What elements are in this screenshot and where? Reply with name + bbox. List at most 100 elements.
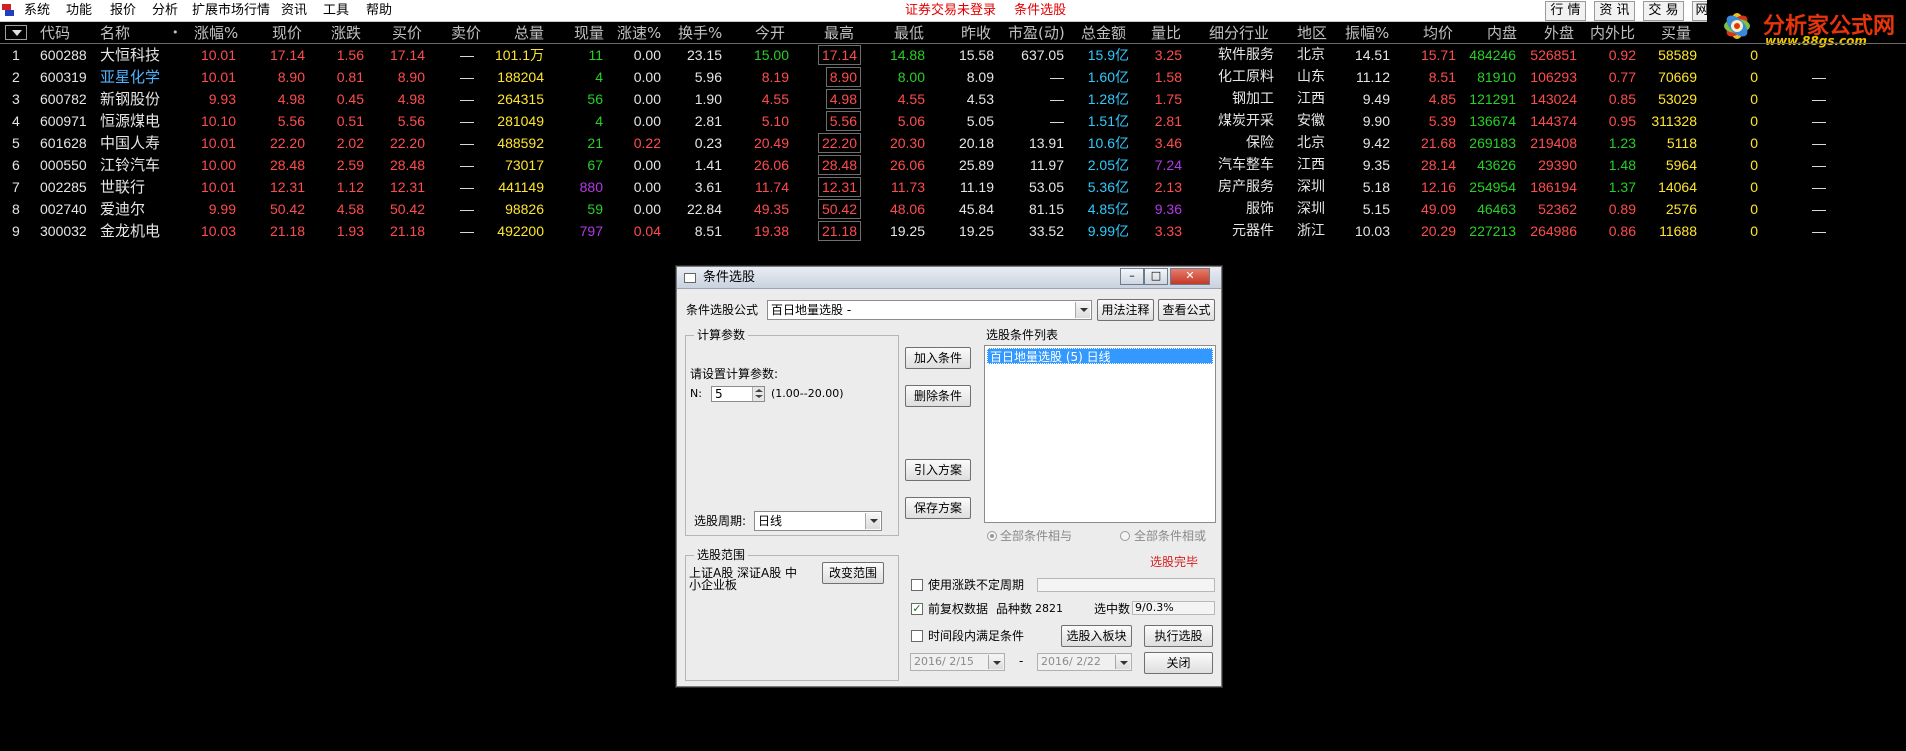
radio-or-label[interactable]: 全部条件相或 [1134,528,1206,544]
execute-button[interactable]: 执行选股 [1144,625,1213,647]
col-pe[interactable]: 市盈(动) [1008,22,1065,44]
pre-adjust-label[interactable]: 前复权数据 [928,601,988,617]
period-select[interactable]: 日线 [754,511,882,531]
date-to-picker[interactable]: 2016/ 2/22 [1037,653,1132,671]
col-name[interactable]: 名称 [100,22,130,44]
trade-mode-button[interactable]: 交 易 [1643,1,1684,21]
stock-name: 中国人寿 [100,134,161,152]
col-low[interactable]: 最低 [894,22,924,44]
current-volume: 4 [595,69,603,85]
ask-price: — [460,113,474,129]
menu-help[interactable]: 帮助 [366,2,392,20]
bid-price: 5.56 [397,113,425,129]
region: 深圳 [1297,179,1325,195]
col-ask[interactable]: 卖价 [451,22,481,44]
radio-and-label[interactable]: 全部条件相与 [1000,528,1072,544]
params-group-label: 计算参数 [694,328,749,342]
col-speed[interactable]: 涨速% [617,22,661,44]
table-row[interactable]: 3 600782 新钢股份 9.93 4.98 0.45 4.98 — 264315 56 0.00… [0,88,1906,110]
chevron-down-icon [1075,302,1090,318]
col-volume[interactable]: 总量 [514,22,544,44]
info-mode-button[interactable]: 资 讯 [1594,1,1635,21]
col-bid[interactable]: 买价 [392,22,422,44]
sort-dropdown-button[interactable] [5,25,27,40]
industry: 服饰 [1246,201,1274,217]
import-plan-button[interactable]: 引入方案 [905,459,971,481]
volume-ratio: 3.33 [1154,223,1182,239]
table-row[interactable]: 7 002285 世联行 10.01 12.31 1.12 12.31 — 441149 880 0… [0,176,1906,198]
table-row[interactable]: 9 300032 金龙机电 10.03 21.18 1.93 21.18 — 492200 797… [0,220,1906,242]
col-amplitude[interactable]: 振幅% [1345,22,1389,44]
formula-select[interactable]: 百日地量选股 - [767,300,1092,320]
col-industry[interactable]: 细分行业 [1209,22,1269,44]
col-outer[interactable]: 外盘 [1544,22,1574,44]
col-amount[interactable]: 总金额 [1081,22,1126,44]
uncertain-period-checkbox[interactable] [911,579,923,591]
col-change[interactable]: 涨跌 [331,22,361,44]
to-block-button[interactable]: 选股入板块 [1061,625,1132,647]
close-button[interactable]: 关闭 [1144,652,1213,674]
close-window-button[interactable]: ✕ [1170,268,1210,285]
col-open[interactable]: 今开 [755,22,785,44]
menu-system[interactable]: 系统 [24,2,50,20]
menu-extended-market[interactable]: 扩展市场行情 [192,2,270,20]
col-inout-ratio[interactable]: 内外比 [1590,22,1635,44]
col-volume-ratio[interactable]: 量比 [1151,22,1181,44]
inner-volume: 254954 [1469,179,1516,195]
menu-analysis[interactable]: 分析 [152,2,178,20]
menu-quote[interactable]: 报价 [110,2,136,20]
delete-condition-button[interactable]: 删除条件 [905,385,971,407]
pre-adjust-checkbox[interactable]: ✓ [911,603,923,615]
change-range-button[interactable]: 改变范围 [822,562,884,584]
menu-function[interactable]: 功能 [66,2,92,20]
add-condition-button[interactable]: 加入条件 [905,347,971,369]
time-range-checkbox[interactable] [911,630,923,642]
maximize-button[interactable]: □ [1144,268,1168,285]
volume-ratio: 1.58 [1154,69,1182,85]
col-region[interactable]: 地区 [1297,22,1327,44]
stock-quote-table: 代码 名称 • 涨幅% 现价 涨跌 买价 卖价 总量 现量 涨速% 换手% 今开… [0,22,1906,242]
radio-and[interactable] [987,531,997,541]
table-row[interactable]: 5 601628 中国人寿 10.01 22.20 2.02 22.20 — 488592 21 0… [0,132,1906,154]
list-item[interactable]: 百日地量选股 (5) 日线 [987,348,1213,364]
spin-arrows-icon[interactable] [752,387,764,401]
extra-col-b: — [1812,223,1826,239]
table-row[interactable]: 4 600971 恒源煤电 10.10 5.56 0.51 5.56 — 281049 4 0.00… [0,110,1906,132]
uncertain-period-label[interactable]: 使用涨跌不定周期 [928,577,1024,593]
dialog-titlebar[interactable]: 条件选股 – □ ✕ [677,267,1221,289]
col-change-pct[interactable]: 涨幅% [194,22,238,44]
table-row[interactable]: 6 000550 江铃汽车 10.00 28.48 2.59 28.48 — 73017 67 0.… [0,154,1906,176]
bid-volume: 53029 [1658,91,1697,107]
col-inner[interactable]: 内盘 [1487,22,1517,44]
speed: 0.00 [633,201,661,217]
col-turnover[interactable]: 换手% [678,22,722,44]
view-formula-button[interactable]: 查看公式 [1158,299,1215,321]
radio-or[interactable] [1120,531,1130,541]
outer-volume: 526851 [1530,47,1577,63]
col-price[interactable]: 现价 [272,22,302,44]
table-row[interactable]: 8 002740 爱迪尔 9.99 50.42 4.58 50.42 — 98826 59 0.00… [0,198,1906,220]
col-current-volume[interactable]: 现量 [574,22,604,44]
param-n-stepper[interactable]: 5 [711,386,765,402]
stock-code: 000550 [40,157,87,173]
save-plan-button[interactable]: 保存方案 [905,497,971,519]
col-average[interactable]: 均价 [1423,22,1453,44]
condition-list[interactable]: 百日地量选股 (5) 日线 [984,345,1216,523]
usage-notes-button[interactable]: 用法注释 [1097,299,1154,321]
menu-tools[interactable]: 工具 [323,2,349,20]
col-high[interactable]: 最高 [824,22,854,44]
col-code[interactable]: 代码 [40,22,70,44]
col-bid-volume[interactable]: 买量 [1661,22,1691,44]
table-row[interactable]: 2 600319 亚星化学 10.01 8.90 0.81 8.90 — 188204 4 0.00… [0,66,1906,88]
stock-code: 600971 [40,113,87,129]
col-prev-close[interactable]: 昨收 [961,22,991,44]
date-from-picker[interactable]: 2016/ 2/15 [910,653,1005,671]
speed: 0.00 [633,179,661,195]
minimize-button[interactable]: – [1120,268,1144,285]
quote-mode-button[interactable]: 行 情 [1545,1,1586,21]
table-row[interactable]: 1 600288 大恒科技 10.01 17.14 1.56 17.14 — 101.1万 11 0… [0,44,1906,66]
time-range-label[interactable]: 时间段内满足条件 [928,628,1024,644]
menu-info[interactable]: 资讯 [281,2,307,20]
range-text: 上证A股 深证A股 中小企业板 [689,566,798,592]
extra-col-a: 0 [1750,113,1758,129]
